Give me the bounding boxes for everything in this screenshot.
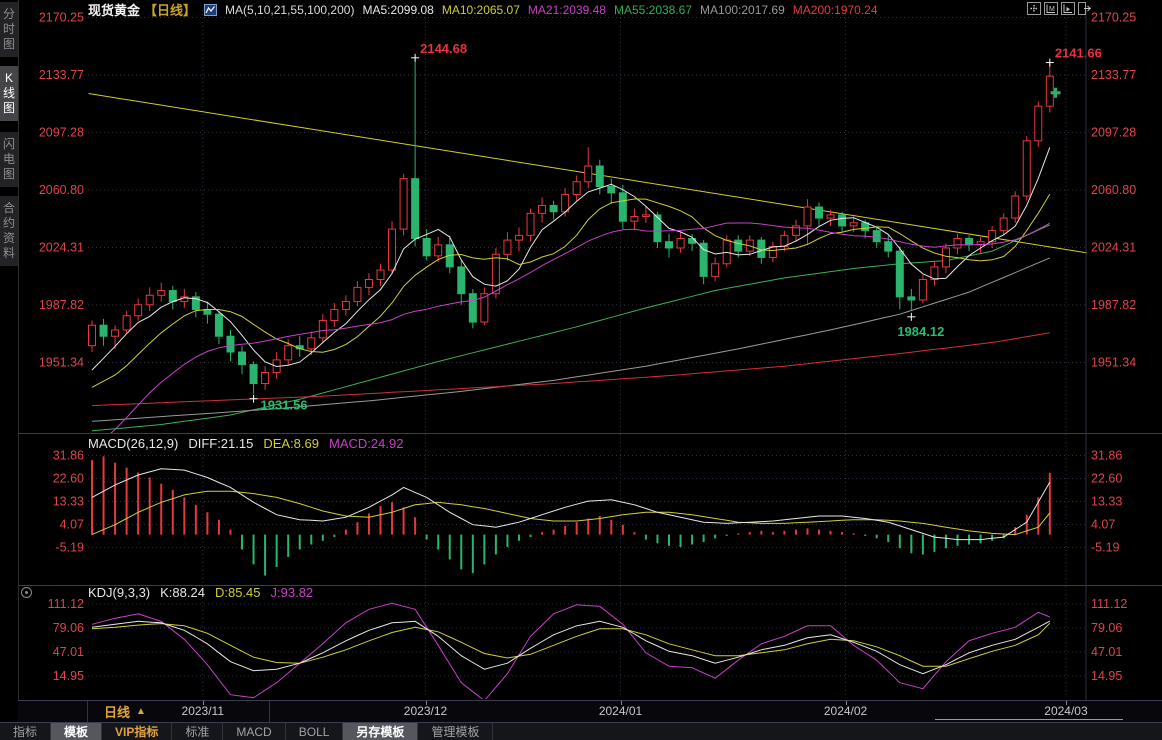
kdj-panel[interactable] xyxy=(92,603,1050,700)
kdj-title: KDJ(9,3,3) xyxy=(88,585,150,600)
kdj-settings-icon[interactable] xyxy=(21,587,32,598)
date-label: 2024/02 xyxy=(824,704,867,718)
axis-label: 47.01 xyxy=(53,645,84,659)
axis-label: 31.86 xyxy=(1091,449,1122,463)
axis-label: 2060.80 xyxy=(1091,183,1136,197)
sidebar-item-time-chart[interactable]: 分时图 xyxy=(0,2,18,57)
date-tick xyxy=(426,701,427,705)
kdj-d-value: D:85.45 xyxy=(215,585,261,600)
macd-panel[interactable] xyxy=(92,456,1050,575)
kdj-j-value: J:93.82 xyxy=(271,585,314,600)
axis-label: 2170.25 xyxy=(39,11,84,25)
visible-range-indicator[interactable] xyxy=(935,719,1123,720)
ma10-value: MA10:2065.07 xyxy=(442,3,520,17)
axis-label: 14.95 xyxy=(1091,669,1122,683)
axis-label: 4.07 xyxy=(60,518,84,532)
sidebar-item-lightning-chart[interactable]: 闪电图 xyxy=(0,132,18,187)
ma200-value: MA200:1970.24 xyxy=(793,3,878,17)
axis-label: 2024.31 xyxy=(39,241,84,255)
axis-label: 31.86 xyxy=(53,449,84,463)
main-price-panel[interactable] xyxy=(89,58,1096,449)
date-label: 2023/11 xyxy=(182,704,225,718)
date-tick xyxy=(1066,701,1067,705)
axis-label: 22.60 xyxy=(53,471,84,485)
axis-label: 2097.28 xyxy=(1091,126,1136,140)
exit-fullscreen-icon[interactable] xyxy=(1078,2,1092,15)
axis-label: 13.33 xyxy=(53,495,84,509)
axis-label: 2097.28 xyxy=(39,126,84,140)
axis-label: 2133.77 xyxy=(1091,68,1136,82)
axis-label: 111.12 xyxy=(1091,597,1127,611)
tab-templates[interactable]: 模板 xyxy=(51,723,102,740)
axis-label: 1951.34 xyxy=(39,356,84,370)
price-annotation: 1984.12 xyxy=(897,324,944,339)
axis-label: 2060.80 xyxy=(39,183,84,197)
time-axis: 日线 ▲ 2023/11 2023/12 2024/01 2024/02 2024/03 xyxy=(18,700,1162,722)
axis-scale-right-icon[interactable] xyxy=(1061,2,1075,15)
price-annotation: 2141.66 xyxy=(1055,46,1102,61)
chart-window: 2170.25 2170.25 2133.77 2133.77 2097.28 2097.… xyxy=(0,0,1162,740)
macd-title: MACD(26,12,9) xyxy=(88,436,178,451)
sidebar-item-contract-info[interactable]: 合约资料 xyxy=(0,196,18,266)
kdj-indicator-header: KDJ(9,3,3) K:88.24 D:85.45 J:93.82 xyxy=(88,585,313,600)
period-tag: 【日线】 xyxy=(144,0,196,19)
axis-label: 2170.25 xyxy=(1091,11,1136,25)
date-tick xyxy=(621,701,622,705)
tab-manage-templates[interactable]: 管理模板 xyxy=(418,723,493,740)
macd-dea-value: DEA:8.69 xyxy=(263,436,319,451)
ma100-value: MA100:2017.69 xyxy=(700,3,785,17)
sidebar-item-kline-chart[interactable]: K线图 xyxy=(0,66,18,121)
macd-macd-value: MACD:24.92 xyxy=(329,436,403,451)
tab-standard[interactable]: 标准 xyxy=(172,723,223,740)
tab-vip-indicators[interactable]: VIP指标 xyxy=(102,723,172,740)
axis-label: 1987.82 xyxy=(1091,298,1136,312)
price-annotation: 2144.68 xyxy=(420,41,467,56)
axis-label: 2024.31 xyxy=(1091,241,1136,255)
ma5-value: MA5:2099.08 xyxy=(362,3,433,17)
ma21-value: MA21:2039.48 xyxy=(528,3,606,17)
tab-boll[interactable]: BOLL xyxy=(286,723,344,740)
date-tick xyxy=(203,701,204,705)
axis-label: 13.33 xyxy=(1091,495,1122,509)
tab-save-as-template[interactable]: 另存模板 xyxy=(343,723,418,740)
date-label: 2024/03 xyxy=(1044,704,1087,718)
axis-label: 111.12 xyxy=(48,597,84,611)
left-sidebar: 分时图 K线图 闪电图 合约资料 xyxy=(0,0,19,740)
tab-macd[interactable]: MACD xyxy=(223,723,285,740)
macd-diff-value: DIFF:21.15 xyxy=(188,436,253,451)
axis-label: 4.07 xyxy=(1091,518,1115,532)
axis-label: 1951.34 xyxy=(1091,356,1136,370)
annotations: 2144.68 2141.66 1984.12 1931.56 xyxy=(250,41,1102,413)
ma55-value: MA55:2038.67 xyxy=(614,3,692,17)
period-selector[interactable]: 日线 ▲ xyxy=(87,701,270,722)
axis-label: 79.06 xyxy=(53,621,84,635)
axis-label: 47.01 xyxy=(1091,645,1122,659)
date-tick xyxy=(846,701,847,705)
symbol-name: 现货黄金 xyxy=(88,0,140,19)
axis-label: 22.60 xyxy=(1091,471,1122,485)
axis-label: 79.06 xyxy=(1091,621,1122,635)
price-annotation: 1931.56 xyxy=(261,398,308,413)
crosshair-move-icon[interactable] xyxy=(1027,2,1041,15)
axis-label: -5.19 xyxy=(56,541,85,555)
axis-label: 1987.82 xyxy=(39,298,84,312)
chart-header: 现货黄金 【日线】 MA(5,10,21,55,100,200) MA5:209… xyxy=(88,1,1022,18)
indicator-tab-bar: 指标 模板 VIP指标 标准 MACD BOLL 另存模板 管理模板 xyxy=(0,722,1162,740)
macd-indicator-header: MACD(26,12,9) DIFF:21.15 DEA:8.69 MACD:2… xyxy=(88,436,403,451)
axis-label: -5.19 xyxy=(1091,541,1120,555)
chart-type-icon[interactable] xyxy=(204,4,217,16)
axis-label: 14.95 xyxy=(53,669,84,683)
date-label: 2023/12 xyxy=(404,704,447,718)
date-label: 2024/01 xyxy=(599,704,642,718)
svg-text:M: M xyxy=(1049,6,1055,13)
period-up-arrow-icon: ▲ xyxy=(136,706,146,717)
tab-indicators[interactable]: 指标 xyxy=(0,723,51,740)
axis-scale-left-icon[interactable]: M xyxy=(1044,2,1058,15)
chart-toolbar: M xyxy=(1027,2,1092,15)
kdj-k-value: K:88.24 xyxy=(160,585,205,600)
axis-label: 2133.77 xyxy=(39,68,84,82)
period-selector-label: 日线 xyxy=(104,702,130,721)
price-chart-canvas[interactable]: 2170.25 2170.25 2133.77 2133.77 2097.28 2097.… xyxy=(0,0,1162,740)
ma-settings-label: MA(5,10,21,55,100,200) xyxy=(225,3,354,17)
